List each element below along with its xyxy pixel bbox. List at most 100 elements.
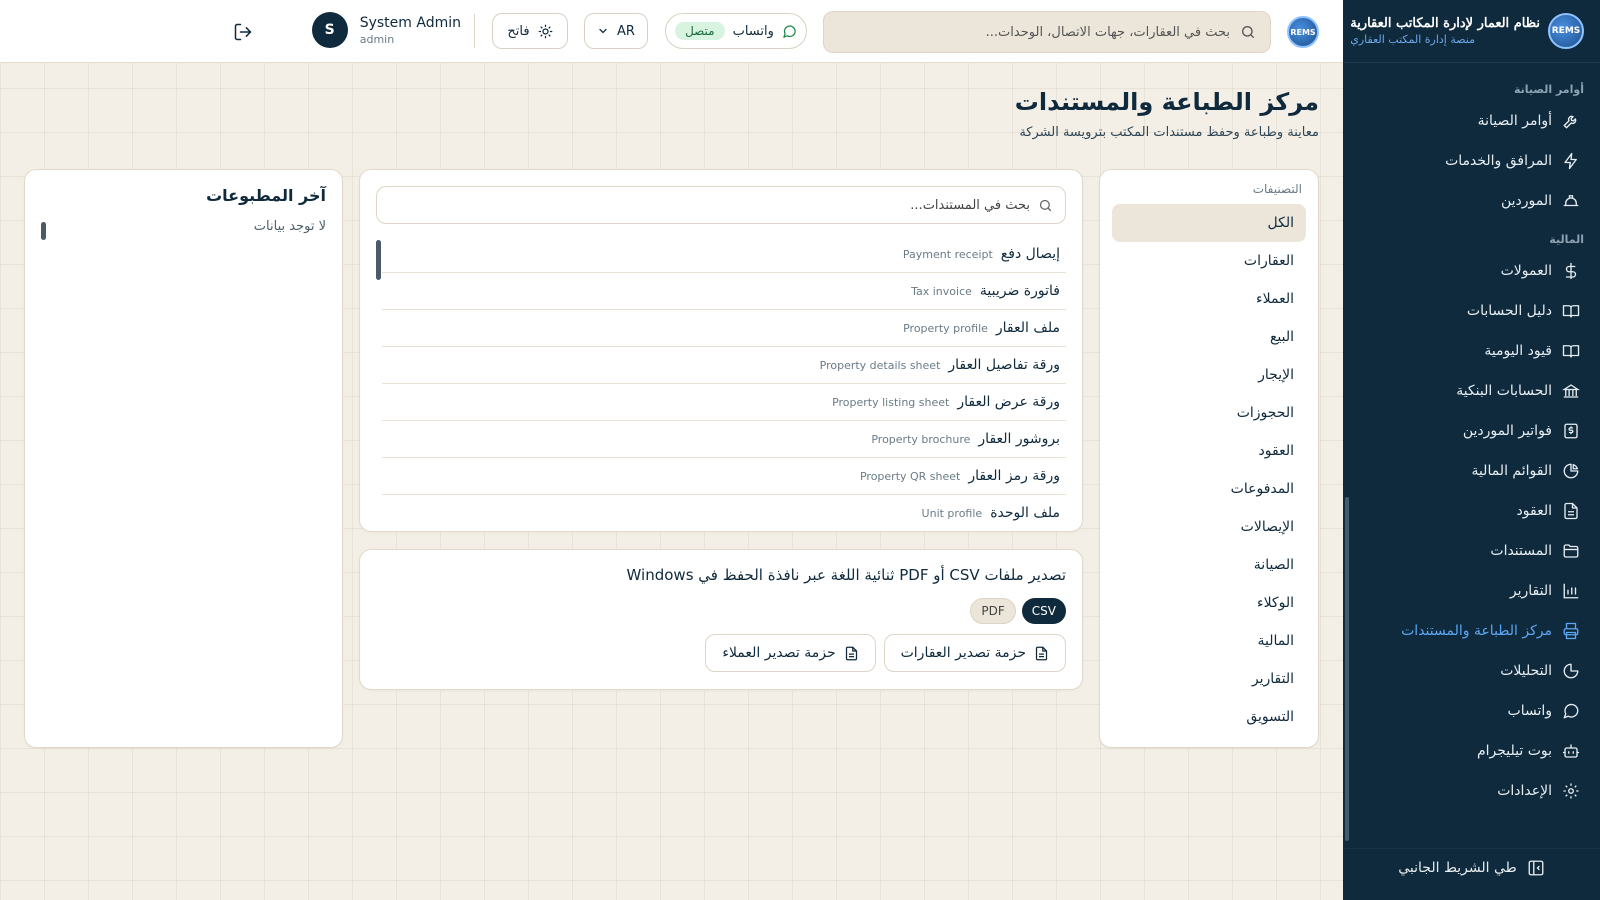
format-csv-option[interactable]: CSV (1021, 598, 1066, 624)
invoice-icon (1562, 422, 1580, 440)
sidebar-item-label: الإعدادات (1497, 783, 1552, 799)
format-toggle: CSV PDF (376, 598, 1066, 624)
category-reports[interactable]: التقارير (1112, 660, 1306, 698)
sidebar-item-journal-entries[interactable]: قيود اليومية (1343, 331, 1600, 371)
sidebar-item-print-center[interactable]: مركز الطباعة والمستندات (1343, 611, 1600, 651)
document-name-en: Property listing sheet (832, 395, 950, 409)
export-clients-button[interactable]: حزمة تصدير العملاء (705, 634, 876, 672)
sidebar-item-analytics[interactable]: التحليلات (1343, 651, 1600, 691)
analytics-icon (1562, 662, 1580, 680)
folder-icon (1562, 542, 1580, 560)
global-search[interactable] (823, 11, 1271, 53)
user-name: System Admin (359, 14, 461, 31)
sidebar-item-commissions[interactable]: العمولات (1343, 251, 1600, 291)
export-properties-button[interactable]: حزمة تصدير العقارات (883, 634, 1066, 672)
language-value: AR (617, 23, 635, 39)
format-pdf-option[interactable]: PDF (970, 598, 1016, 624)
list-item[interactable]: إيصال دفع Payment receipt (382, 236, 1066, 273)
sidebar-item-chart-of-accounts[interactable]: دليل الحسابات (1343, 291, 1600, 331)
category-sales[interactable]: البيع (1112, 318, 1306, 356)
list-item[interactable]: بروشور العقار Property brochure (382, 421, 1066, 458)
category-bookings[interactable]: الحجوزات (1112, 394, 1306, 432)
collapse-icon (1527, 859, 1545, 877)
category-all[interactable]: الكل (1112, 204, 1306, 242)
chevron-down-icon (597, 25, 609, 37)
brand-title: نظام العمار لإدارة المكاتب العقارية (1350, 16, 1540, 31)
whatsapp-status-button[interactable]: واتساب متصل (665, 13, 807, 49)
status-badge: متصل (675, 22, 725, 40)
sidebar-item-utilities[interactable]: المرافق والخدمات (1343, 141, 1600, 181)
bar-chart-icon (1562, 582, 1580, 600)
sidebar-nav: أوامر الصيانة أوامر الصيانة المرافق والخ… (1343, 63, 1600, 811)
category-rent[interactable]: الإيجار (1112, 356, 1306, 394)
sidebar-item-vendor-invoices[interactable]: فواتير الموردين (1343, 411, 1600, 451)
category-finance[interactable]: المالية (1112, 622, 1306, 660)
user-role: admin (359, 32, 395, 46)
brand-subtitle: منصة إدارة المكتب العقاري (1350, 33, 1475, 46)
list-item[interactable]: فاتورة ضريبية Tax invoice (382, 273, 1066, 310)
document-search-input[interactable] (389, 197, 1030, 213)
category-properties[interactable]: العقارات (1112, 242, 1306, 280)
avatar[interactable]: S (311, 12, 348, 48)
page-title: مركز الطباعة والمستندات (1014, 88, 1319, 116)
category-marketing[interactable]: التسويق (1112, 698, 1306, 736)
sidebar-item-label: التحليلات (1500, 663, 1552, 679)
theme-toggle[interactable]: فاتح (492, 13, 568, 49)
topbar-logo[interactable]: REMS (1287, 16, 1319, 48)
category-payments[interactable]: المدفوعات (1112, 470, 1306, 508)
category-clients[interactable]: العملاء (1112, 280, 1306, 318)
documents-scrollbar[interactable] (376, 240, 381, 280)
sidebar-item-label: بوت تيليجرام (1476, 743, 1552, 759)
collapse-label: طي الشريط الجانبي (1398, 859, 1517, 876)
export-panel: تصدير ملفات CSV أو PDF ثنائية اللغة عبر … (359, 549, 1083, 690)
sidebar-item-label: الحسابات البنكية (1456, 383, 1552, 399)
sidebar-item-maintenance-orders[interactable]: أوامر الصيانة (1343, 101, 1600, 141)
list-item[interactable]: ورقة تفاصيل العقار Property details shee… (382, 347, 1066, 384)
document-name-en: Unit profile (921, 506, 983, 520)
sidebar-item-financial-statements[interactable]: القوائم المالية (1343, 451, 1600, 491)
list-item[interactable]: ملف الوحدة Unit profile (382, 495, 1066, 526)
sidebar-item-label: القوائم المالية (1471, 463, 1552, 479)
document-name-en: Tax invoice (911, 284, 972, 298)
language-selector[interactable]: AR (584, 13, 648, 49)
hardhat-icon (1562, 192, 1580, 210)
sidebar-item-telegram-bot[interactable]: بوت تيليجرام (1343, 731, 1600, 771)
gear-icon (1562, 782, 1580, 800)
sidebar-item-documents[interactable]: المستندات (1343, 531, 1600, 571)
book-open-icon (1562, 342, 1580, 360)
sidebar-item-label: فواتير الموردين (1462, 423, 1552, 439)
category-receipts[interactable]: الإيصالات (1112, 508, 1306, 546)
logout-button[interactable] (233, 22, 253, 42)
category-contracts[interactable]: العقود (1112, 432, 1306, 470)
category-maintenance[interactable]: الصيانة (1112, 546, 1306, 584)
list-item[interactable]: ملف العقار Property profile (382, 310, 1066, 347)
sidebar-item-bank-accounts[interactable]: الحسابات البنكية (1343, 371, 1600, 411)
document-name-ar: ورقة رمز العقار (968, 468, 1060, 484)
sidebar-collapse-button[interactable]: طي الشريط الجانبي (1343, 848, 1600, 882)
category-agents[interactable]: الوكلاء (1112, 584, 1306, 622)
export-buttons: حزمة تصدير العقارات حزمة تصدير العملاء (376, 634, 1066, 672)
document-search[interactable] (376, 186, 1066, 224)
bot-icon (1562, 742, 1580, 760)
document-name-en: Property profile (903, 321, 988, 335)
sidebar-scrollbar[interactable] (1345, 497, 1349, 841)
user-menu[interactable]: System Admin admin S (311, 12, 461, 48)
document-name-ar: ورقة عرض العقار (957, 394, 1060, 410)
global-search-input[interactable] (838, 24, 1230, 40)
document-name-ar: ورقة تفاصيل العقار (948, 357, 1060, 373)
sidebar-item-settings[interactable]: الإعدادات (1343, 771, 1600, 811)
sidebar-item-contracts[interactable]: العقود (1343, 491, 1600, 531)
sidebar-item-reports[interactable]: التقارير (1343, 571, 1600, 611)
book-icon (1562, 302, 1580, 320)
sidebar-item-whatsapp[interactable]: واتساب (1343, 691, 1600, 731)
documents-list: إيصال دفع Payment receipt فاتورة ضريبية … (376, 236, 1066, 526)
sidebar-item-label: المرافق والخدمات (1445, 153, 1552, 169)
whatsapp-label: واتساب (732, 23, 774, 39)
sidebar-section-finance: المالية (1549, 233, 1584, 246)
recent-prints-scrollbar[interactable] (41, 222, 46, 240)
sun-icon (538, 24, 553, 39)
document-name-en: Payment receipt (902, 247, 993, 261)
list-item[interactable]: ورقة رمز العقار Property QR sheet (382, 458, 1066, 495)
list-item[interactable]: ورقة عرض العقار Property listing sheet (382, 384, 1066, 421)
sidebar-item-vendors[interactable]: الموردين (1343, 181, 1600, 221)
